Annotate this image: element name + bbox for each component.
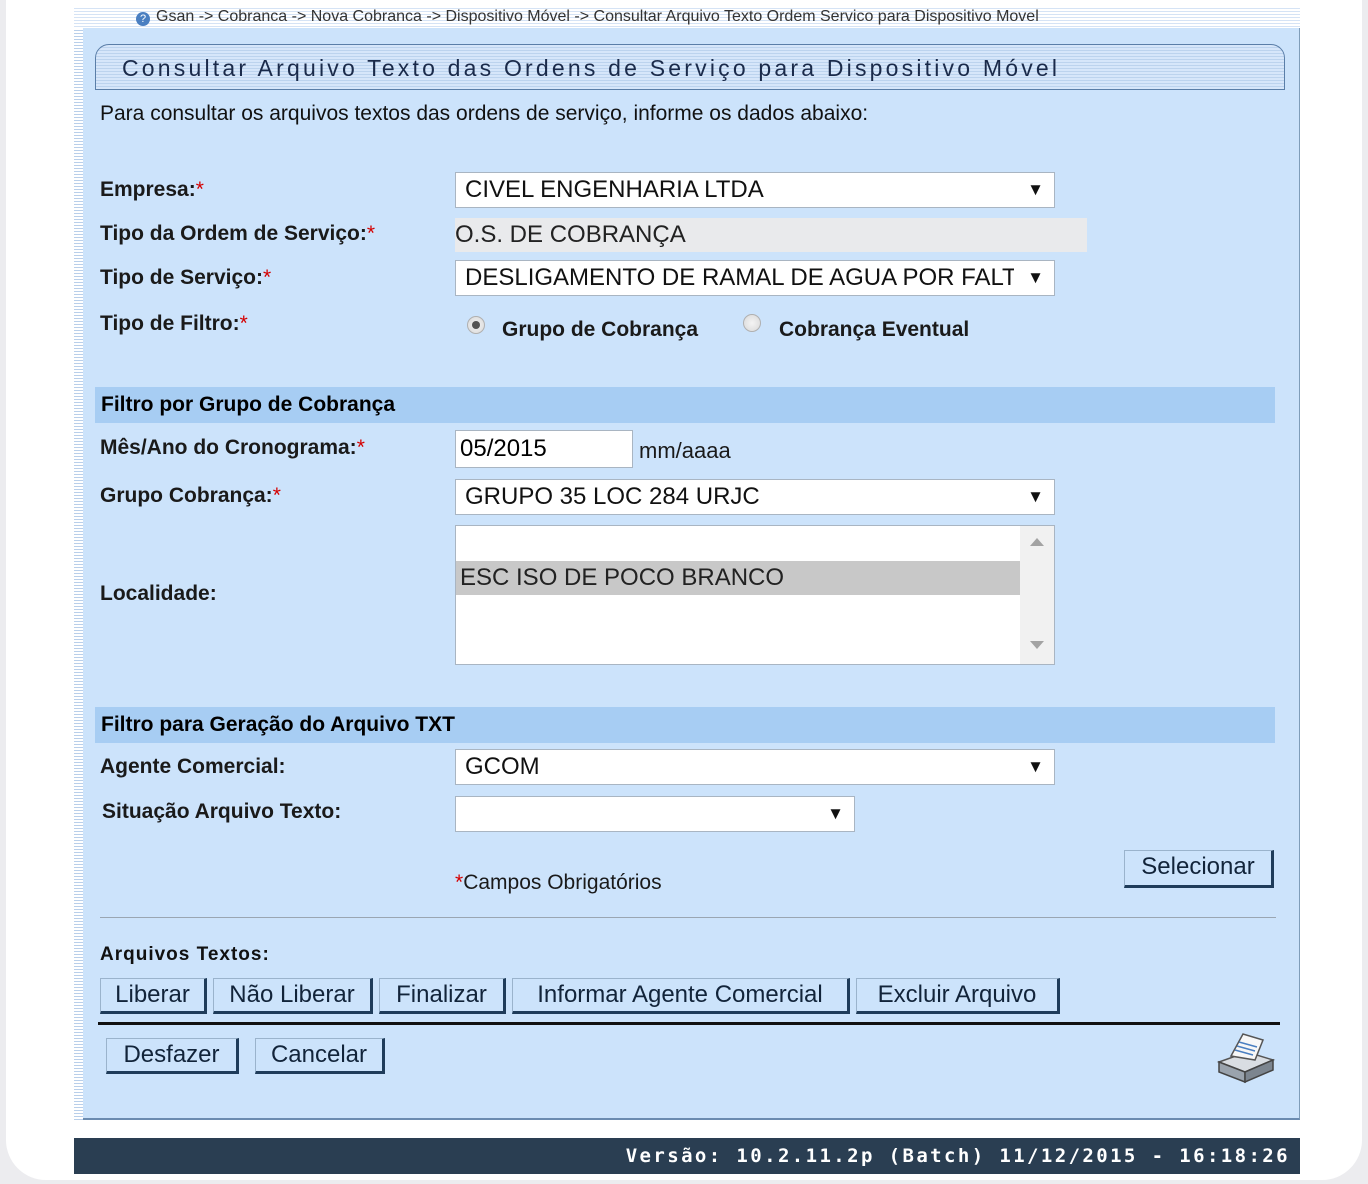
form-panel: Consultar Arquivo Texto das Ordens de Se… [83, 28, 1300, 1120]
cancelar-button[interactable]: Cancelar [255, 1038, 385, 1074]
mes-ano-hint: mm/aaaa [639, 438, 731, 463]
tipo-servico-value: DESLIGAMENTO DE RAMAL DE AGUA POR FALTA … [465, 264, 1014, 291]
grupo-cobranca-value: GRUPO 35 LOC 284 URJC [465, 483, 760, 510]
section-filtro-grupo: Filtro por Grupo de Cobrança [95, 387, 1275, 423]
empresa-label: Empresa:* [100, 178, 204, 202]
printer-icon[interactable] [1213, 1028, 1277, 1088]
grupo-cobranca-select[interactable]: GRUPO 35 LOC 284 URJC ▼ [455, 479, 1055, 515]
intro-text: Para consultar os arquivos textos das or… [100, 102, 869, 125]
grupo-cobranca-label: Grupo Cobrança:* [100, 484, 281, 508]
radio-cobranca-eventual[interactable] [743, 314, 761, 332]
tipo-servico-label: Tipo de Serviço:* [100, 266, 271, 290]
breadcrumb-text[interactable]: Gsan -> Cobranca -> Nova Cobranca -> Dis… [156, 8, 1039, 25]
scroll-up-icon[interactable] [1030, 538, 1044, 546]
dropdown-arrow-icon: ▼ [827, 804, 844, 823]
dropdown-arrow-icon: ▼ [1027, 487, 1044, 506]
required-marker: * [263, 266, 272, 289]
required-marker: * [356, 436, 365, 459]
dropdown-arrow-icon: ▼ [1027, 180, 1044, 199]
dropdown-arrow-icon: ▼ [1027, 757, 1044, 776]
mes-ano-label-text: Mês/Ano do Cronograma: [100, 436, 357, 459]
nao-liberar-button[interactable]: Não Liberar [213, 978, 373, 1014]
listbox-scrollbar[interactable] [1020, 526, 1054, 664]
required-marker: * [195, 178, 204, 201]
tipo-ordem-label: Tipo da Ordem de Serviço:* [100, 222, 375, 246]
page-title: Consultar Arquivo Texto das Ordens de Se… [122, 55, 1061, 81]
agente-comercial-label: Agente Comercial: [100, 755, 286, 778]
radio-cobranca-eventual-label[interactable]: Cobrança Eventual [779, 318, 969, 342]
tipo-filtro-label-text: Tipo de Filtro: [100, 312, 240, 335]
mes-ano-input[interactable]: 05/2015 [455, 430, 633, 468]
mes-ano-label: Mês/Ano do Cronograma:* [100, 436, 365, 460]
required-marker: * [455, 871, 464, 894]
empresa-label-text: Empresa: [100, 178, 196, 201]
required-marker: * [239, 312, 248, 335]
situacao-arquivo-label: Situação Arquivo Texto: [102, 800, 342, 823]
required-note-text: Campos Obrigatórios [463, 871, 662, 894]
finalizar-button[interactable]: Finalizar [379, 978, 506, 1014]
tipo-ordem-label-text: Tipo da Ordem de Serviço: [100, 222, 367, 245]
localidade-option[interactable]: ESC ISO DE POCO BRANCO [456, 561, 1020, 595]
empresa-select[interactable]: CIVEL ENGENHARIA LTDA ▼ [455, 172, 1055, 208]
scroll-down-icon[interactable] [1030, 641, 1044, 649]
tipo-servico-label-text: Tipo de Serviço: [100, 266, 263, 289]
selecionar-button[interactable]: Selecionar [1124, 850, 1274, 888]
dropdown-arrow-icon: ▼ [1027, 268, 1044, 287]
informar-agente-button[interactable]: Informar Agente Comercial [512, 978, 850, 1014]
situacao-arquivo-select[interactable]: ▼ [455, 796, 855, 832]
required-marker: * [272, 484, 281, 507]
required-note: *Campos Obrigatórios [455, 871, 662, 895]
agente-comercial-select[interactable]: GCOM ▼ [455, 749, 1055, 785]
liberar-button[interactable]: Liberar [100, 978, 207, 1014]
section-filtro-txt: Filtro para Geração do Arquivo TXT [95, 707, 1275, 743]
radio-grupo-cobranca-label[interactable]: Grupo de Cobrança [502, 318, 698, 342]
arquivos-textos-label: Arquivos Textos: [100, 944, 270, 965]
help-icon[interactable]: ? [136, 12, 150, 26]
localidade-listbox[interactable]: ESC ISO DE POCO BRANCO [455, 525, 1055, 665]
empresa-value: CIVEL ENGENHARIA LTDA [465, 176, 764, 203]
desfazer-button[interactable]: Desfazer [106, 1038, 239, 1074]
tipo-filtro-label: Tipo de Filtro:* [100, 312, 248, 336]
required-marker: * [366, 222, 376, 245]
agente-comercial-value: GCOM [465, 753, 540, 780]
divider [100, 917, 1276, 918]
localidade-label: Localidade: [100, 582, 217, 605]
tipo-servico-select[interactable]: DESLIGAMENTO DE RAMAL DE AGUA POR FALTA … [455, 260, 1055, 296]
radio-grupo-cobranca[interactable] [467, 316, 485, 334]
breadcrumb: ? Gsan -> Cobranca -> Nova Cobranca -> Di… [74, 6, 1300, 28]
page-title-bar: Consultar Arquivo Texto das Ordens de Se… [95, 44, 1285, 90]
version-footer: Versão: 10.2.11.2p (Batch) 11/12/2015 - … [74, 1138, 1300, 1174]
separator [98, 1022, 1280, 1025]
excluir-arquivo-button[interactable]: Excluir Arquivo [856, 978, 1060, 1014]
tipo-ordem-field: O.S. DE COBRANÇA [455, 218, 1087, 252]
grupo-cobranca-label-text: Grupo Cobrança: [100, 484, 273, 507]
left-stripe [74, 28, 83, 1120]
